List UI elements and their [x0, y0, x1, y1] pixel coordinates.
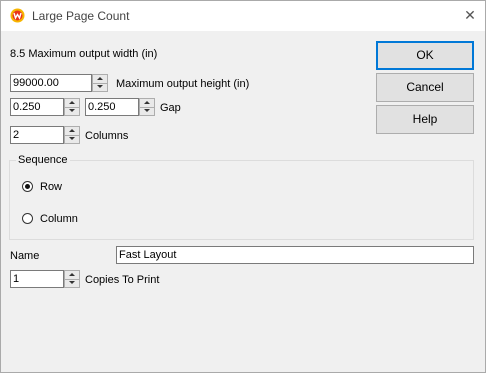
gap-label: Gap: [160, 102, 181, 114]
close-icon[interactable]: ✕: [462, 7, 478, 23]
columns-label: Columns: [85, 130, 129, 142]
spin-down-icon[interactable]: [65, 279, 79, 287]
spin-down-icon[interactable]: [65, 107, 79, 115]
copies-input[interactable]: 1: [10, 270, 64, 288]
spin-down-icon[interactable]: [140, 107, 154, 115]
max-height-input[interactable]: 99000.00: [10, 74, 92, 92]
spin-down-icon[interactable]: [65, 135, 79, 143]
help-button[interactable]: Help: [376, 105, 474, 134]
copies-label: Copies To Print: [85, 274, 160, 286]
cancel-button[interactable]: Cancel: [376, 73, 474, 102]
columns-input[interactable]: 2: [10, 126, 64, 144]
copies-spinner[interactable]: [64, 270, 80, 288]
gap-input-2[interactable]: 0.250: [85, 98, 139, 116]
name-label: Name: [10, 250, 40, 262]
radio-selected-dot: [25, 184, 30, 189]
sequence-title: Sequence: [16, 153, 70, 167]
title-bar[interactable]: Large Page Count ✕: [1, 1, 485, 31]
radio-column-label[interactable]: Column: [40, 212, 78, 226]
radio-row-label[interactable]: Row: [40, 180, 62, 194]
large-page-count-dialog: Large Page Count ✕ 8.5 Maximum output wi…: [0, 0, 486, 373]
max-width-label: 8.5 Maximum output width (in): [10, 48, 158, 60]
app-logo-icon: [10, 8, 25, 23]
radio-column[interactable]: [22, 213, 33, 224]
radio-row[interactable]: [22, 181, 33, 192]
columns-spinner[interactable]: [64, 126, 80, 144]
gap-spinner-2[interactable]: [139, 98, 155, 116]
ok-button[interactable]: OK: [376, 41, 474, 70]
max-height-label: Maximum output height (in): [116, 78, 250, 90]
spin-down-icon[interactable]: [93, 83, 107, 91]
gap-spinner-1[interactable]: [64, 98, 80, 116]
sequence-group: [9, 160, 474, 240]
window-title: Large Page Count: [32, 9, 130, 23]
gap-input-1[interactable]: 0.250: [10, 98, 64, 116]
name-input[interactable]: Fast Layout: [116, 246, 474, 264]
max-height-spinner[interactable]: [92, 74, 108, 92]
